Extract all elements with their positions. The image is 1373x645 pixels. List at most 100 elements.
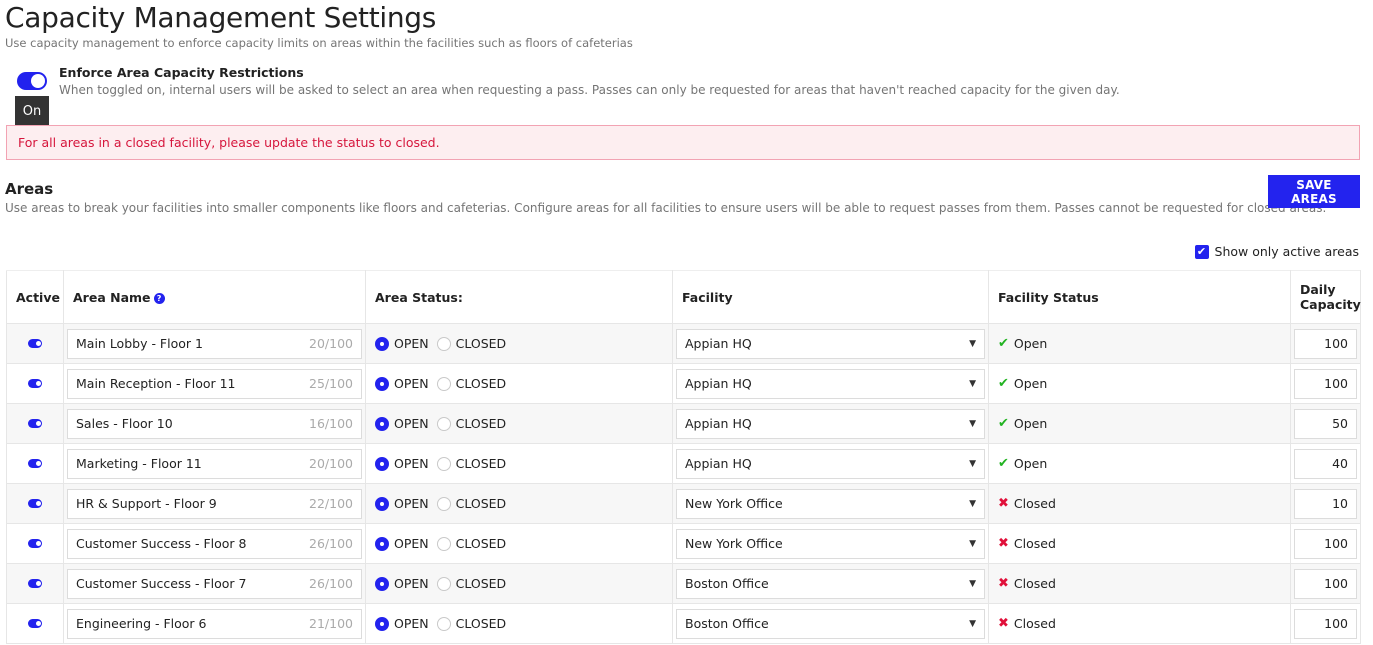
capacity-value: 50 bbox=[1332, 416, 1348, 431]
active-toggle[interactable] bbox=[28, 539, 42, 548]
daily-capacity-input[interactable]: 100 bbox=[1294, 568, 1357, 599]
active-toggle[interactable] bbox=[28, 459, 42, 468]
radio-open-label: OPEN bbox=[394, 376, 429, 391]
help-icon[interactable]: ? bbox=[153, 292, 165, 304]
facility-value: Appian HQ bbox=[685, 376, 752, 391]
area-status-cell: OPEN CLOSED bbox=[365, 443, 673, 484]
radio-open[interactable] bbox=[375, 616, 389, 631]
caret-down-icon: ▼ bbox=[969, 338, 976, 349]
x-icon: ✖ bbox=[998, 496, 1009, 511]
facility-cell: Appian HQ ▼ bbox=[672, 323, 989, 364]
facility-status-value: Open bbox=[1013, 456, 1048, 471]
facility-status-cell: ✔ Open bbox=[988, 403, 1291, 444]
char-count: 20/100 bbox=[309, 336, 353, 351]
facility-status-cell: ✖ Closed bbox=[988, 603, 1291, 644]
show-active-checkbox[interactable]: ✔ Show only active areas bbox=[1194, 244, 1359, 259]
area-name-input[interactable]: Marketing - Floor 11 20/100 bbox=[67, 448, 362, 479]
area-name-cell: Main Lobby - Floor 1 20/100 bbox=[63, 323, 366, 364]
save-areas-button[interactable]: SAVE AREAS bbox=[1268, 175, 1360, 208]
area-name-input[interactable]: Engineering - Floor 6 21/100 bbox=[67, 608, 362, 639]
facility-select[interactable]: New York Office ▼ bbox=[676, 488, 985, 519]
radio-closed[interactable] bbox=[436, 496, 451, 511]
daily-capacity-input[interactable]: 50 bbox=[1294, 408, 1357, 439]
active-toggle[interactable] bbox=[28, 379, 42, 388]
facility-select[interactable]: Boston Office ▼ bbox=[676, 608, 985, 639]
active-toggle[interactable] bbox=[28, 499, 42, 508]
area-status-cell: OPEN CLOSED bbox=[365, 523, 673, 564]
area-name-input[interactable]: Customer Success - Floor 8 26/100 bbox=[67, 528, 362, 559]
radio-open-label: OPEN bbox=[394, 576, 429, 591]
radio-open-label: OPEN bbox=[394, 336, 429, 351]
radio-open[interactable] bbox=[375, 376, 389, 391]
capacity-cell: 100 bbox=[1290, 323, 1361, 364]
radio-closed[interactable] bbox=[436, 416, 451, 431]
daily-capacity-input[interactable]: 40 bbox=[1294, 448, 1357, 479]
active-toggle[interactable] bbox=[28, 579, 42, 588]
radio-open-label: OPEN bbox=[394, 496, 429, 511]
col-facility: Facility bbox=[672, 270, 989, 324]
radio-closed[interactable] bbox=[436, 616, 451, 631]
area-status-radio-group: OPEN CLOSED bbox=[369, 416, 669, 431]
facility-value: Appian HQ bbox=[685, 456, 752, 471]
char-count: 20/100 bbox=[309, 456, 353, 471]
facility-select[interactable]: Appian HQ ▼ bbox=[676, 368, 985, 399]
enforce-toggle[interactable] bbox=[17, 72, 47, 90]
facility-value: Boston Office bbox=[685, 616, 769, 631]
radio-open[interactable] bbox=[375, 576, 389, 591]
active-cell bbox=[6, 563, 64, 604]
facility-select[interactable]: Appian HQ ▼ bbox=[676, 408, 985, 439]
facility-select[interactable]: Appian HQ ▼ bbox=[676, 328, 985, 359]
daily-capacity-input[interactable]: 10 bbox=[1294, 488, 1357, 519]
active-toggle[interactable] bbox=[28, 419, 42, 428]
table-row: Engineering - Floor 6 21/100 OPEN CLOSED Bos… bbox=[6, 603, 1361, 644]
daily-capacity-input[interactable]: 100 bbox=[1294, 368, 1357, 399]
radio-open[interactable] bbox=[375, 336, 389, 351]
active-toggle[interactable] bbox=[28, 339, 42, 348]
enforce-label: Enforce Area Capacity Restrictions bbox=[59, 65, 304, 80]
x-icon: ✖ bbox=[998, 576, 1009, 591]
area-name-value: Main Reception - Floor 11 bbox=[76, 376, 236, 391]
active-cell bbox=[6, 403, 64, 444]
radio-open[interactable] bbox=[375, 496, 389, 511]
caret-down-icon: ▼ bbox=[969, 538, 976, 549]
radio-open[interactable] bbox=[375, 456, 389, 471]
capacity-value: 100 bbox=[1324, 376, 1348, 391]
facility-select[interactable]: New York Office ▼ bbox=[676, 528, 985, 559]
capacity-cell: 100 bbox=[1290, 523, 1361, 564]
radio-open[interactable] bbox=[375, 536, 389, 551]
radio-closed[interactable] bbox=[436, 376, 451, 391]
capacity-value: 100 bbox=[1324, 616, 1348, 631]
area-name-value: Customer Success - Floor 8 bbox=[76, 536, 247, 551]
area-name-input[interactable]: Customer Success - Floor 7 26/100 bbox=[67, 568, 362, 599]
caret-down-icon: ▼ bbox=[969, 418, 976, 429]
table-row: Marketing - Floor 11 20/100 OPEN CLOSED Appi… bbox=[6, 443, 1361, 484]
area-name-input[interactable]: HR & Support - Floor 9 22/100 bbox=[67, 488, 362, 519]
radio-closed[interactable] bbox=[436, 576, 451, 591]
radio-closed[interactable] bbox=[436, 336, 451, 351]
area-status-cell: OPEN CLOSED bbox=[365, 403, 673, 444]
radio-open[interactable] bbox=[375, 416, 389, 431]
facility-cell: New York Office ▼ bbox=[672, 483, 989, 524]
facility-cell: Boston Office ▼ bbox=[672, 563, 989, 604]
area-name-input[interactable]: Sales - Floor 10 16/100 bbox=[67, 408, 362, 439]
active-cell bbox=[6, 443, 64, 484]
radio-closed[interactable] bbox=[436, 536, 451, 551]
facility-select[interactable]: Appian HQ ▼ bbox=[676, 448, 985, 479]
active-toggle[interactable] bbox=[28, 619, 42, 628]
facility-select[interactable]: Boston Office ▼ bbox=[676, 568, 985, 599]
checkbox-checked-icon[interactable]: ✔ bbox=[1194, 244, 1209, 259]
daily-capacity-input[interactable]: 100 bbox=[1294, 528, 1357, 559]
area-name-input[interactable]: Main Reception - Floor 11 25/100 bbox=[67, 368, 362, 399]
toggle-tooltip: On bbox=[15, 96, 49, 126]
radio-closed[interactable] bbox=[436, 456, 451, 471]
area-name-input[interactable]: Main Lobby - Floor 1 20/100 bbox=[67, 328, 362, 359]
col-area-name: Area Name? bbox=[63, 270, 366, 324]
area-name-cell: Sales - Floor 10 16/100 bbox=[63, 403, 366, 444]
daily-capacity-input[interactable]: 100 bbox=[1294, 608, 1357, 639]
char-count: 25/100 bbox=[309, 376, 353, 391]
area-name-cell: HR & Support - Floor 9 22/100 bbox=[63, 483, 366, 524]
daily-capacity-input[interactable]: 100 bbox=[1294, 328, 1357, 359]
area-status-radio-group: OPEN CLOSED bbox=[369, 576, 669, 591]
capacity-cell: 100 bbox=[1290, 603, 1361, 644]
capacity-value: 100 bbox=[1324, 336, 1348, 351]
